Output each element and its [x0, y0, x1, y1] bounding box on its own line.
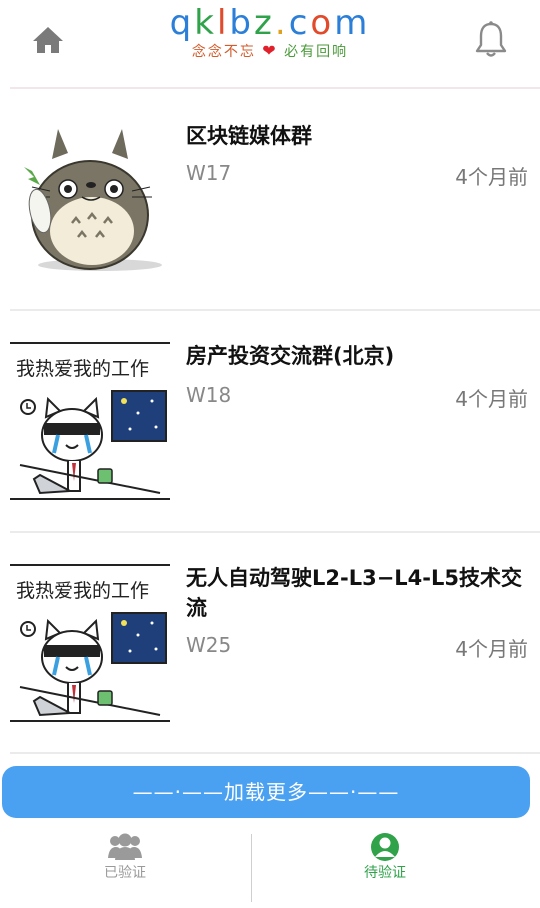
- cat-working-sticker-icon: 我热爱我的工作: [10, 563, 170, 723]
- totoro-sticker-icon: [24, 129, 162, 271]
- list-item[interactable]: 我热爱我的工作 房产投资交流群(北京) W18 4个月前: [0, 311, 540, 533]
- tab-verified[interactable]: 已验证: [0, 826, 250, 908]
- slogan-left: 念念不忘: [191, 44, 256, 60]
- site-logo[interactable]: qklbz.com 念念不忘 ❤ 必有回响: [160, 4, 380, 64]
- cat-working-sticker-icon: 我热爱我的工作: [10, 341, 170, 501]
- group-avatar: [10, 123, 170, 283]
- group-avatar: 我热爱我的工作: [10, 563, 170, 723]
- tab-pending[interactable]: 待验证: [260, 826, 510, 908]
- load-more-button[interactable]: ——·——加载更多——·——: [2, 766, 530, 818]
- group-title: 无人自动驾驶L2-L3−L4-L5技术交流: [186, 566, 522, 620]
- list-item[interactable]: 区块链媒体群 W17 4个月前: [0, 89, 540, 311]
- group-code: W18: [186, 383, 232, 407]
- group-avatar: 我热爱我的工作: [10, 341, 170, 501]
- top-bar: qklbz.com 念念不忘 ❤ 必有回响: [0, 0, 540, 86]
- group-time: 4个月前: [455, 637, 528, 661]
- sticker-caption: 我热爱我的工作: [16, 358, 149, 380]
- group-icon: [108, 833, 142, 860]
- bottom-tab-bar: 已验证 待验证: [0, 826, 540, 908]
- bell-icon: [475, 21, 507, 57]
- tab-label: 已验证: [104, 865, 146, 881]
- home-icon: [33, 27, 63, 53]
- item-divider: [10, 752, 540, 754]
- heart-icon: ❤: [262, 41, 278, 60]
- tab-separator: [251, 834, 252, 902]
- group-title: 区块链媒体群: [186, 124, 312, 148]
- group-title: 房产投资交流群(北京): [186, 344, 395, 368]
- group-code: W17: [186, 161, 232, 185]
- tab-label: 待验证: [364, 865, 406, 881]
- home-button[interactable]: [30, 24, 66, 56]
- group-code: W25: [186, 633, 232, 657]
- logo-wordmark: qklbz.com: [169, 3, 371, 43]
- notification-button[interactable]: [472, 20, 510, 60]
- group-time: 4个月前: [455, 387, 528, 411]
- sticker-caption: 我热爱我的工作: [16, 580, 149, 602]
- user-icon: [371, 833, 399, 861]
- logo-slogan: 念念不忘 ❤ 必有回响: [160, 42, 380, 61]
- list-item[interactable]: 我热爱我的工作 无人自动驾驶L2-L3−L4-L5技术交流 W25 4个月前: [0, 533, 540, 755]
- group-time: 4个月前: [455, 165, 528, 189]
- slogan-right: 必有回响: [284, 44, 349, 60]
